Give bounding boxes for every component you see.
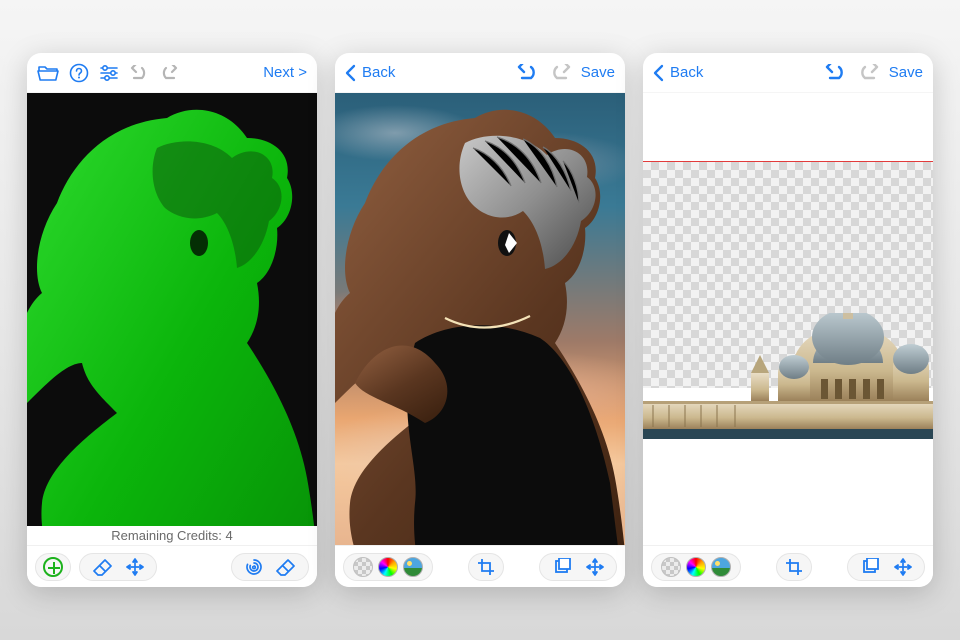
image-bg-icon[interactable]	[403, 557, 423, 577]
eraser-icon[interactable]	[93, 558, 113, 576]
composite-canvas[interactable]	[335, 93, 625, 545]
move-icon[interactable]	[894, 558, 912, 576]
crop-icon	[785, 558, 803, 576]
back-label[interactable]: Back	[362, 64, 395, 81]
erase-move-group	[79, 553, 157, 581]
add-tool-button[interactable]	[35, 553, 71, 581]
crop-button[interactable]	[776, 553, 812, 581]
topbar: Next >	[27, 53, 317, 93]
help-icon[interactable]	[69, 63, 89, 83]
topbar: Back Save	[643, 53, 933, 93]
subject-mask	[27, 93, 317, 545]
back-button[interactable]	[653, 64, 664, 82]
screen-1-mask-edit: Next > Remaining Credits: 4	[27, 53, 317, 587]
screen-2-composite: Back Save	[335, 53, 625, 587]
move-icon[interactable]	[126, 558, 144, 576]
crop-button[interactable]	[468, 553, 504, 581]
refine-group	[231, 553, 309, 581]
color-bg-icon[interactable]	[378, 557, 398, 577]
save-button[interactable]: Save	[889, 64, 923, 81]
background-group	[343, 553, 433, 581]
back-label[interactable]: Back	[670, 64, 703, 81]
eraser-icon-2[interactable]	[276, 558, 296, 576]
next-button[interactable]: Next >	[263, 64, 307, 81]
background-canvas[interactable]	[643, 93, 933, 545]
venice-basilica	[643, 313, 933, 439]
swirl-icon[interactable]	[245, 558, 263, 576]
settings-sliders-icon[interactable]	[99, 64, 119, 82]
background-group	[651, 553, 741, 581]
crop-icon	[477, 558, 495, 576]
redo-icon[interactable]	[857, 64, 879, 82]
mask-canvas[interactable]: Remaining Credits: 4	[27, 93, 317, 545]
open-folder-icon[interactable]	[37, 64, 59, 82]
undo-icon[interactable]	[825, 64, 847, 82]
transparent-bg-icon[interactable]	[353, 557, 373, 577]
transparent-bg-icon[interactable]	[661, 557, 681, 577]
subject-portrait	[335, 93, 625, 545]
color-bg-icon[interactable]	[686, 557, 706, 577]
redo-icon[interactable]	[159, 65, 179, 81]
layers-move-group	[539, 553, 617, 581]
topbar: Back Save	[335, 53, 625, 93]
move-icon[interactable]	[586, 558, 604, 576]
plus-icon	[43, 557, 63, 577]
image-bg-icon[interactable]	[711, 557, 731, 577]
bottombar	[335, 545, 625, 587]
bottombar	[27, 545, 317, 587]
redo-icon[interactable]	[549, 64, 571, 82]
layers-icon[interactable]	[553, 558, 573, 576]
bottombar	[643, 545, 933, 587]
screen-3-background-edit: Back Save	[643, 53, 933, 587]
undo-icon[interactable]	[129, 65, 149, 81]
credits-label: Remaining Credits: 4	[27, 526, 317, 545]
undo-icon[interactable]	[517, 64, 539, 82]
layers-icon[interactable]	[861, 558, 881, 576]
layers-move-group	[847, 553, 925, 581]
back-button[interactable]	[345, 64, 356, 82]
save-button[interactable]: Save	[581, 64, 615, 81]
